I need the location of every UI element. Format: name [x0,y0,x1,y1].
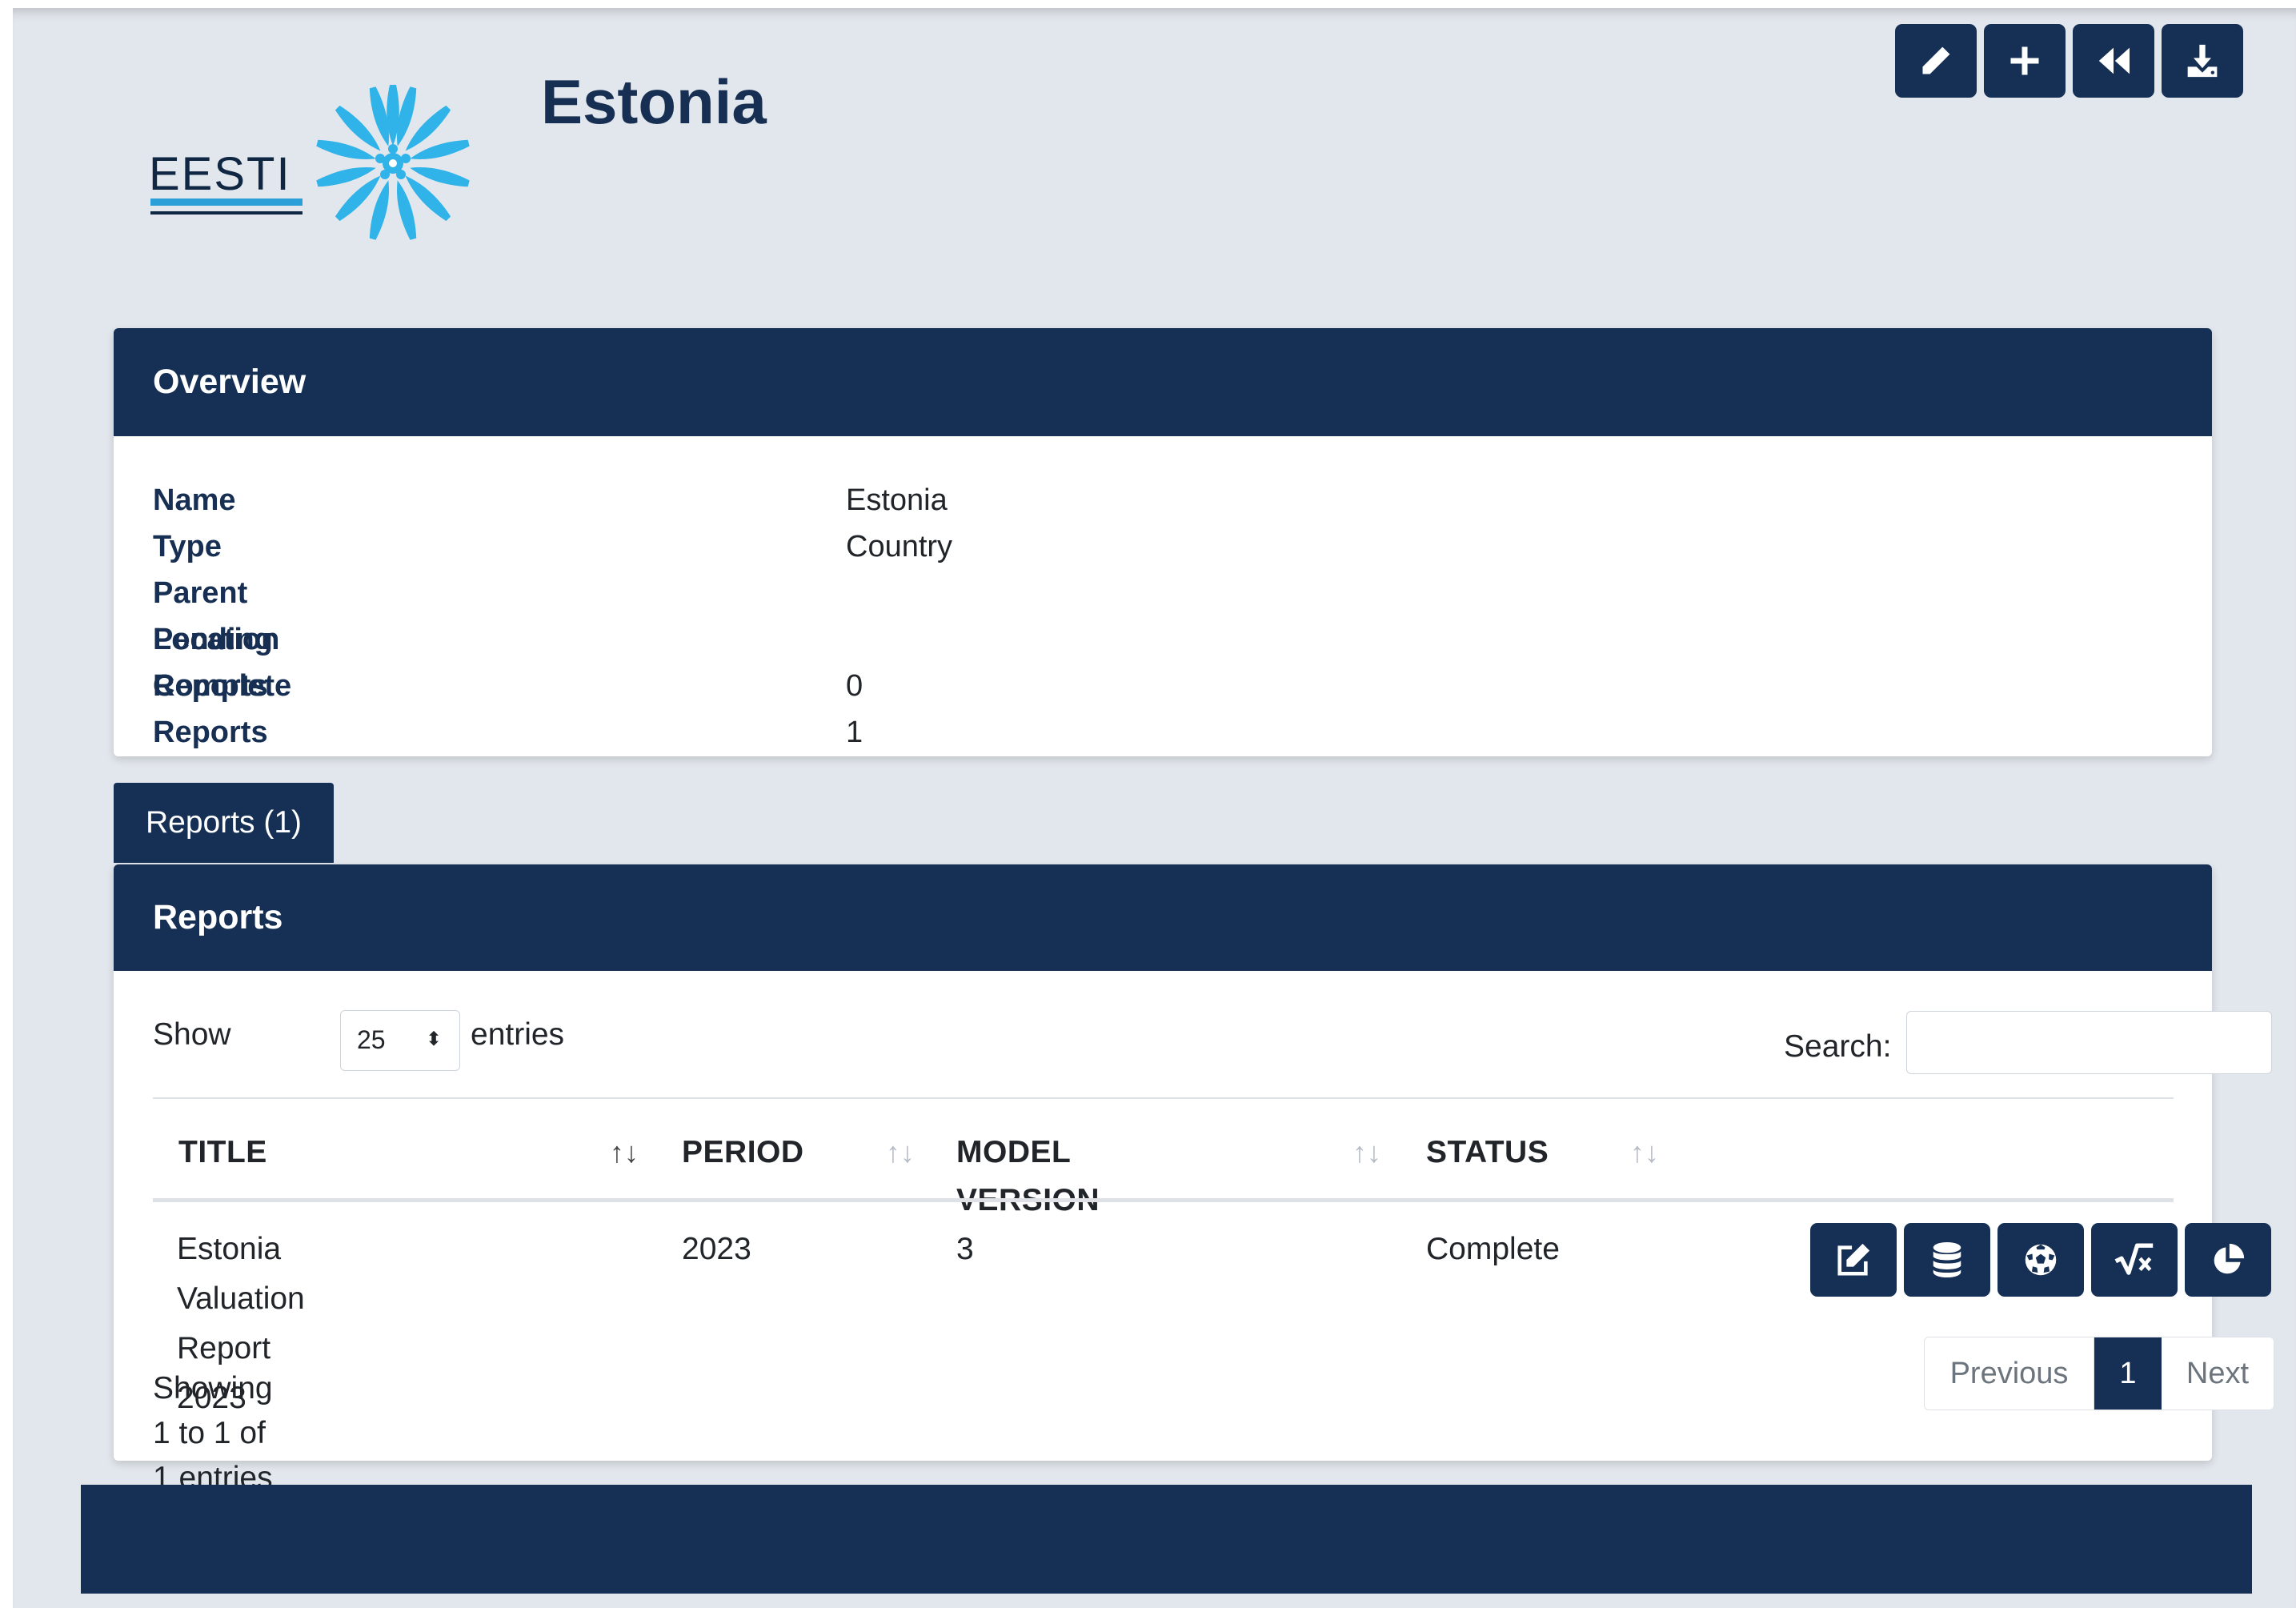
overview-row-name: Name Estonia [153,477,948,523]
column-header-period[interactable]: PERIOD [682,1129,804,1177]
logo-text: EESTI [149,148,291,200]
soccer-ball-icon [2025,1244,2057,1276]
table-top-border [153,1097,2174,1099]
database-icon [1933,1241,1961,1278]
download-button[interactable] [2162,24,2243,98]
cell-period: 2023 [682,1232,751,1266]
cell-model-version: 3 [956,1232,974,1266]
back-button[interactable] [2073,24,2154,98]
overview-value: Country [846,530,953,563]
square-root-icon [2114,1243,2154,1275]
next-page-button[interactable]: Next [2162,1337,2274,1410]
edit-icon [1837,1243,1870,1276]
overview-row-parent-location: Parent Location [153,570,279,656]
overview-row-complete-reports: Complete Reports 1 [153,663,863,749]
row-actions [1810,1223,2271,1297]
page-title: Estonia [541,66,767,137]
table-header-border [153,1198,2174,1202]
select-caret-icon: ⬍ [425,1029,442,1050]
download-icon [2187,44,2218,78]
table-info: Showing 1 to 1 of 1 entries [153,1371,273,1495]
entries-label: entries [471,1017,565,1052]
edit-report-button[interactable] [1810,1223,1897,1297]
report-data-button[interactable] [1904,1223,1990,1297]
sort-icon[interactable]: ↑↓ [1630,1129,1659,1177]
overview-label: Type [153,530,222,563]
pie-chart-icon [2214,1243,2245,1274]
cell-status: Complete [1426,1232,1560,1266]
report-calculate-button[interactable] [2091,1223,2178,1297]
tab-reports[interactable]: Reports (1) [114,783,334,863]
page-size-select[interactable]: 25 ⬍ [340,1010,460,1071]
pagination: Previous 1 Next [1924,1337,2274,1410]
page-1-button[interactable]: 1 [2094,1337,2162,1410]
overview-row-pending-reports: Pending Reports 0 [153,616,863,703]
reports-card: Reports [114,864,2212,1461]
plus-icon [2010,46,2039,75]
search-input[interactable] [1906,1011,2272,1074]
rewind-icon [2098,47,2130,74]
page-background: EESTI Estonia Overview Name Estonia Type… [13,8,2296,1608]
logo-underline-dark [150,211,303,215]
overview-value: 0 [846,669,864,703]
column-header-title[interactable]: TITLE [178,1129,267,1177]
header-toolbar [1895,24,2243,98]
footer-bar [81,1485,2252,1594]
overview-value: Estonia [846,483,948,517]
overview-card: Overview [114,328,2212,756]
previous-page-button[interactable]: Previous [1925,1337,2094,1410]
column-header-model-version[interactable]: MODEL VERSION [956,1129,1100,1225]
logo-underline-blue [150,198,303,206]
add-button[interactable] [1984,24,2066,98]
sort-icon[interactable]: ↑↓ [610,1129,639,1177]
page-size-value: 25 [357,1025,386,1054]
report-model-button[interactable] [1997,1223,2084,1297]
overview-heading: Overview [114,328,2212,436]
overview-value: 1 [846,716,864,749]
column-header-status[interactable]: STATUS [1426,1129,1549,1177]
edit-location-button[interactable] [1895,24,1977,98]
sort-icon[interactable]: ↑↓ [1352,1129,1381,1177]
cornflower-icon [315,85,471,241]
overview-label: Name [153,483,236,517]
show-label: Show [153,1017,231,1052]
search-label: Search: [1784,1029,1892,1064]
report-chart-button[interactable] [2185,1223,2271,1297]
pencil-icon [1922,46,1950,74]
sort-icon[interactable]: ↑↓ [886,1129,915,1177]
eesti-logo: EESTI [149,82,485,250]
reports-heading: Reports [114,864,2212,971]
overview-row-type: Type Country [153,523,952,570]
